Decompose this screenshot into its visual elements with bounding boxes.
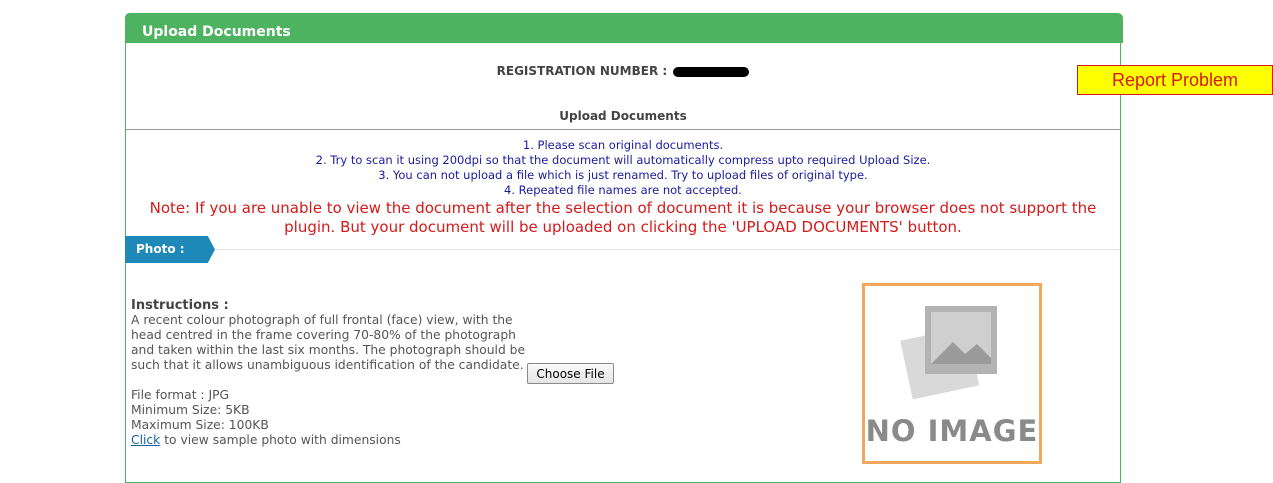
registration-label: REGISTRATION NUMBER : xyxy=(496,64,668,78)
note-item: 2. Try to scan it using 200dpi so that t… xyxy=(315,153,931,167)
upload-notes: 1. Please scan original documents. 2. Tr… xyxy=(126,138,1120,198)
choose-file-button[interactable]: Choose File xyxy=(527,363,614,384)
registration-number: REGISTRATION NUMBER : xyxy=(126,64,1120,78)
upload-documents-panel: Upload Documents REGISTRATION NUMBER : U… xyxy=(125,13,1123,483)
divider xyxy=(126,129,1120,130)
max-size: Maximum Size: 100KB xyxy=(131,418,269,432)
sample-photo-link[interactable]: Click xyxy=(131,433,160,447)
tab-divider xyxy=(126,249,1120,250)
instructions-text: A recent colour photograph of full front… xyxy=(131,313,526,372)
note-item: 1. Please scan original documents. xyxy=(522,138,724,152)
no-image-icon xyxy=(900,306,997,400)
tab-photo: Photo : xyxy=(125,236,215,263)
min-size: Minimum Size: 5KB xyxy=(131,403,250,417)
section-subtitle: Upload Documents xyxy=(559,109,687,123)
plugin-warning: Note: If you are unable to view the docu… xyxy=(149,199,1097,236)
instructions-title: Instructions : xyxy=(131,298,229,313)
sample-photo-text: to view sample photo with dimensions xyxy=(160,433,401,447)
note-item: 3. You can not upload a file which is ju… xyxy=(378,168,868,182)
redacted-registration-value xyxy=(673,66,750,77)
report-problem-button[interactable]: Report Problem xyxy=(1077,65,1273,95)
photo-instructions: Instructions : A recent colour photograp… xyxy=(131,298,526,448)
photo-preview-placeholder: NO IMAGE xyxy=(862,283,1042,464)
note-item: 4. Repeated file names are not accepted. xyxy=(504,183,742,197)
panel-title: Upload Documents xyxy=(125,13,1123,43)
file-format: File format : JPG xyxy=(131,388,230,402)
sample-photo-line: Click to view sample photo with dimensio… xyxy=(131,433,526,448)
no-image-label: NO IMAGE xyxy=(865,414,1039,448)
